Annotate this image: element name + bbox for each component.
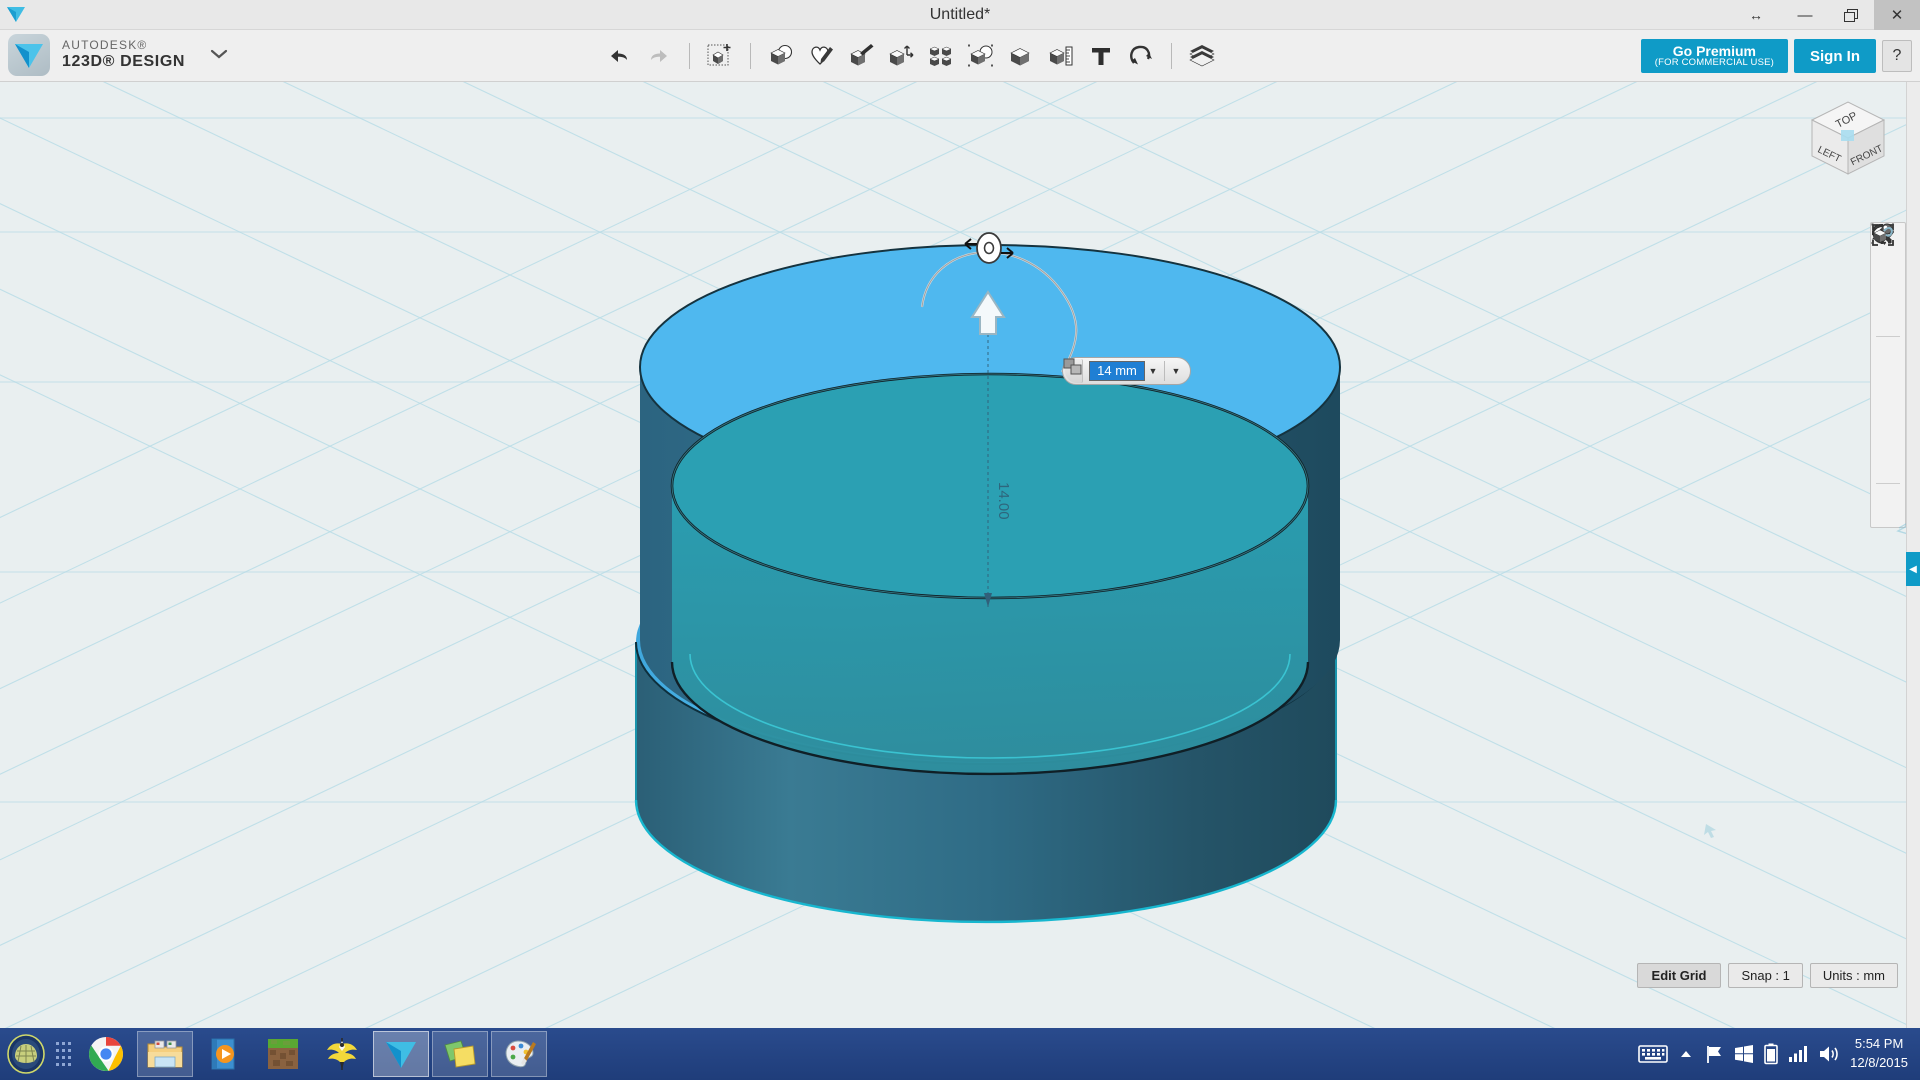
clock-time: 5:54 PM xyxy=(1854,1036,1904,1052)
display-mode-tool[interactable] xyxy=(1871,225,1905,410)
dimension-dropdown-caret-icon[interactable]: ▼ xyxy=(1145,366,1161,376)
minecraft-grass-icon xyxy=(268,1039,298,1069)
toolbar-separator-1 xyxy=(689,43,690,69)
123d-logo-icon xyxy=(386,1042,416,1068)
right-panel-strip: ◀ xyxy=(1906,82,1920,1050)
taskbar-item-media-player[interactable] xyxy=(196,1031,252,1077)
dimension-value-input[interactable]: 14 mm xyxy=(1089,361,1145,381)
taskbar: 5:54 PM 12/8/2015 xyxy=(0,1028,1920,1080)
extrude-dimension-label: 14.00 xyxy=(995,482,1012,520)
sticky-notes-icon xyxy=(444,1040,476,1068)
viewport-canvas[interactable]: 14.00 TOP LEFT FRONT 14 mm ▼ ▼ Edit Grid… xyxy=(0,82,1920,1050)
resize-button[interactable]: ↔ xyxy=(1730,0,1782,30)
window-title: Untitled* xyxy=(929,6,991,23)
eagle-icon xyxy=(327,1038,357,1070)
media-player-icon xyxy=(211,1038,235,1070)
brand-line2: 123D® DESIGN xyxy=(62,52,186,70)
toolbar-separator-2 xyxy=(750,43,751,69)
grid-view-tool[interactable] xyxy=(1871,223,1905,480)
toolbar-separator-3 xyxy=(1171,43,1172,69)
dimension-input-group[interactable]: 14 mm ▼ ▼ xyxy=(1062,357,1191,385)
snap-button[interactable] xyxy=(1122,36,1160,76)
taskbar-item-minecraft[interactable] xyxy=(255,1031,311,1077)
taskbar-item-file-explorer[interactable] xyxy=(137,1031,193,1077)
chevron-down-icon[interactable] xyxy=(209,47,229,64)
scene-3d: 14.00 xyxy=(0,82,1920,1050)
zoom-tool[interactable] xyxy=(1871,224,1905,333)
construct-button[interactable] xyxy=(842,36,880,76)
combine-button[interactable] xyxy=(1002,36,1040,76)
volume-speaker-icon[interactable] xyxy=(1818,1044,1840,1064)
chevron-left-icon: ◀ xyxy=(1909,563,1917,575)
title-bar: Untitled* ↔ — ✕ xyxy=(0,0,1920,30)
start-button[interactable] xyxy=(0,1029,52,1079)
taskbar-item-123d-design[interactable] xyxy=(373,1031,429,1077)
taskbar-item-paint[interactable] xyxy=(491,1031,547,1077)
orbit-tool[interactable] xyxy=(1871,225,1905,298)
account-actions: Go Premium (FOR COMMERCIAL USE) Sign In … xyxy=(1640,39,1912,73)
edit-grid-button[interactable]: Edit Grid xyxy=(1636,963,1722,988)
brand-text: AUTODESK® 123D® DESIGN xyxy=(62,37,186,71)
sign-in-button[interactable]: Sign In xyxy=(1794,39,1876,73)
clock-date: 12/8/2015 xyxy=(1850,1055,1908,1070)
start-orb-icon xyxy=(7,1034,45,1074)
boolean-operation-group[interactable]: ▼ xyxy=(1063,358,1186,376)
paint-palette-icon xyxy=(505,1040,536,1068)
boolean-operation-icon xyxy=(1063,358,1082,375)
undo-button[interactable] xyxy=(600,36,638,76)
snap-field[interactable]: Snap : 1 xyxy=(1728,963,1803,988)
grouping-button[interactable] xyxy=(962,36,1000,76)
visibility-tool[interactable] xyxy=(1871,225,1905,445)
battery-icon[interactable] xyxy=(1764,1043,1778,1065)
touch-keyboard-icon[interactable] xyxy=(1638,1044,1668,1064)
app-window: Untitled* ↔ — ✕ AUTODESK® 123D® DESIGN G… xyxy=(0,0,1920,1080)
show-hidden-icons-button[interactable] xyxy=(1678,1048,1694,1060)
redo-button[interactable] xyxy=(640,36,678,76)
taskbar-buttons xyxy=(78,1031,547,1077)
fit-view-tool[interactable] xyxy=(1871,224,1905,375)
snap-settings-tool[interactable] xyxy=(1871,223,1905,522)
premium-line1: Go Premium xyxy=(1672,42,1756,59)
operation-caret-icon[interactable]: ▼ xyxy=(1168,366,1184,376)
primitives-button[interactable] xyxy=(762,36,800,76)
pattern-button[interactable] xyxy=(922,36,960,76)
main-tool-group xyxy=(600,30,1221,82)
close-button[interactable]: ✕ xyxy=(1874,0,1920,30)
nav-separator-a xyxy=(1876,336,1900,337)
brand-menu[interactable]: AUTODESK® 123D® DESIGN xyxy=(8,34,229,76)
system-tray: 5:54 PM 12/8/2015 xyxy=(1638,1035,1920,1073)
taskbar-item-eagle-app[interactable] xyxy=(314,1031,370,1077)
chrome-icon xyxy=(89,1037,123,1071)
transform-button[interactable] xyxy=(701,36,739,76)
123d-app-icon xyxy=(8,34,50,76)
dimension-separator xyxy=(1164,361,1165,381)
action-center-flag-icon[interactable] xyxy=(1704,1044,1724,1064)
taskbar-clock[interactable]: 5:54 PM 12/8/2015 xyxy=(1850,1035,1908,1073)
nav-separator-b xyxy=(1876,483,1900,484)
folder-icon xyxy=(147,1040,183,1068)
brand-line1: AUTODESK® xyxy=(62,37,148,52)
quick-launch-dots xyxy=(52,1032,72,1076)
taskbar-item-sticky-notes[interactable] xyxy=(432,1031,488,1077)
materials-button[interactable] xyxy=(1183,36,1221,76)
status-bar: Edit Grid Snap : 1 Units : mm xyxy=(1636,963,1898,988)
restore-button[interactable] xyxy=(1828,0,1874,30)
units-field[interactable]: Units : mm xyxy=(1809,963,1898,988)
window-controls: ↔ — ✕ xyxy=(1730,0,1920,30)
collapse-panel-button[interactable]: ◀ xyxy=(1906,552,1920,586)
premium-line2: (FOR COMMERCIAL USE) xyxy=(1654,57,1774,69)
text-button[interactable] xyxy=(1082,36,1120,76)
sketch-button[interactable] xyxy=(802,36,840,76)
help-button[interactable]: ? xyxy=(1882,40,1912,72)
measure-button[interactable] xyxy=(1042,36,1080,76)
taskbar-item-chrome[interactable] xyxy=(78,1031,134,1077)
modify-button[interactable] xyxy=(882,36,920,76)
signal-bars-icon[interactable] xyxy=(1788,1045,1808,1063)
minimize-button[interactable]: — xyxy=(1782,0,1828,30)
app-toolbar: AUTODESK® 123D® DESIGN Go Premium (FOR C… xyxy=(0,30,1920,82)
windows-logo-icon[interactable] xyxy=(1734,1044,1754,1064)
go-premium-button[interactable]: Go Premium (FOR COMMERCIAL USE) xyxy=(1640,39,1788,73)
view-cube[interactable]: TOP LEFT FRONT xyxy=(1798,92,1898,182)
navigation-palette xyxy=(1870,222,1906,528)
